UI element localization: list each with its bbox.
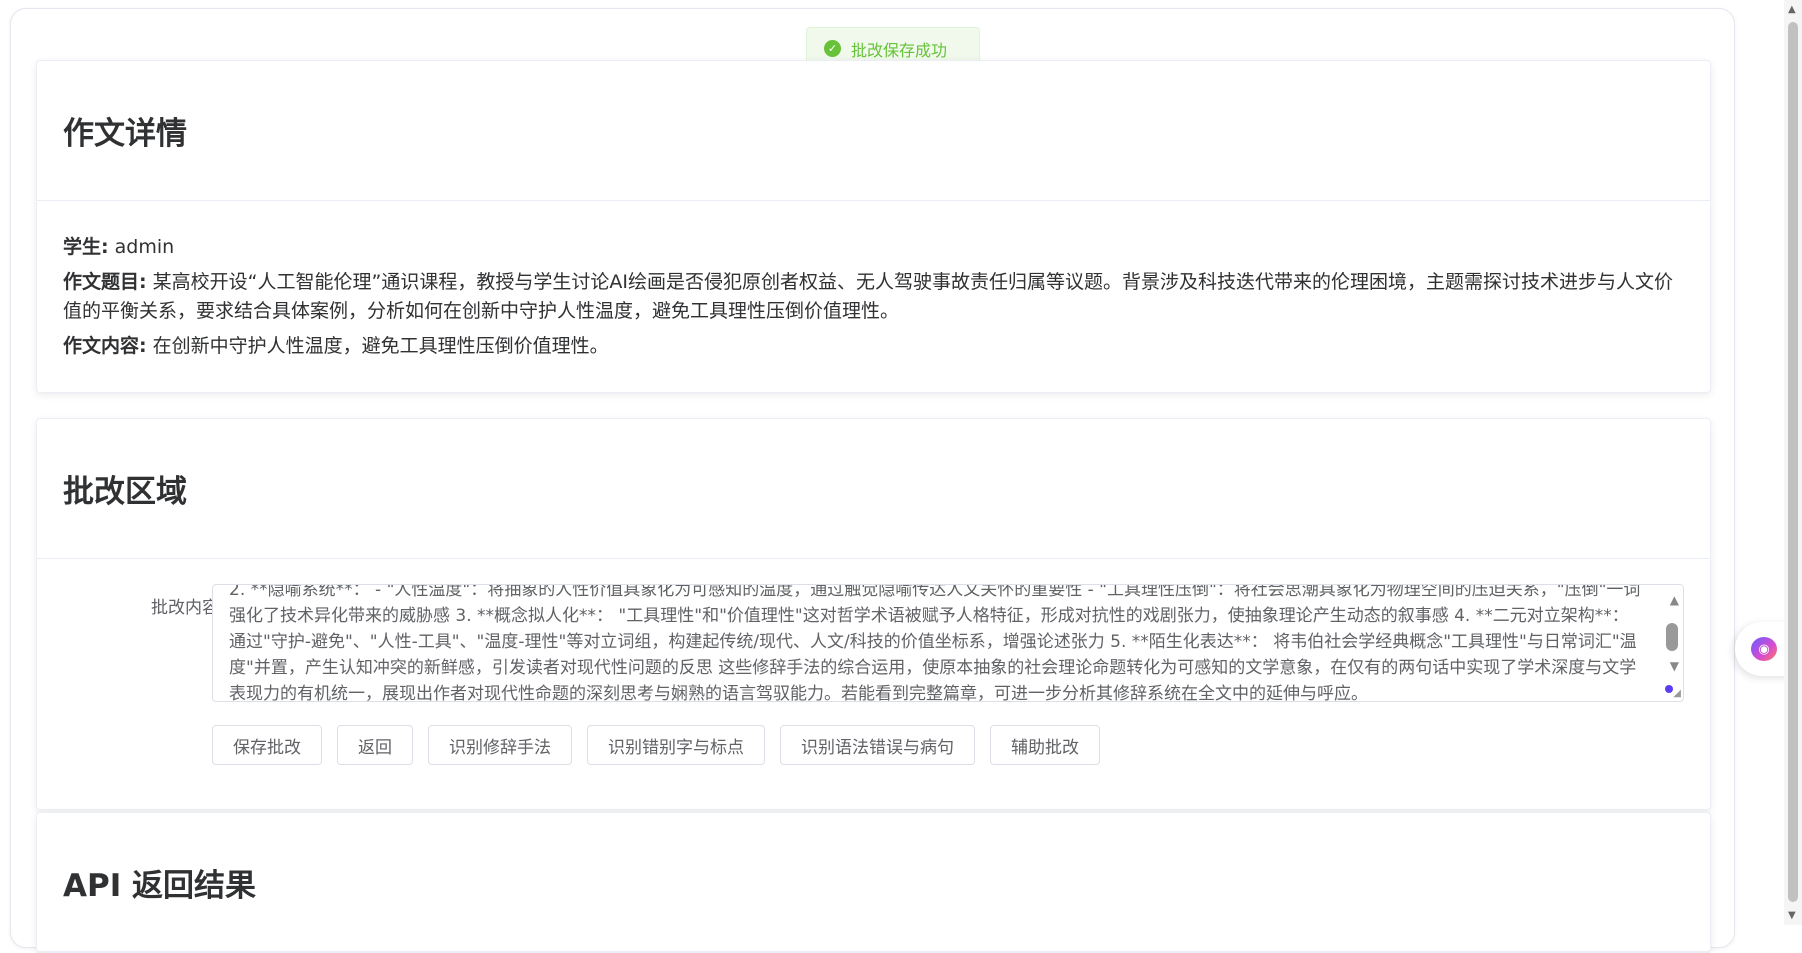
topic-label: 作文题目: — [63, 271, 147, 293]
action-buttons: 保存批改 返回 识别修辞手法 识别错别字与标点 识别语法错误与病句 辅助批改 — [212, 725, 1100, 765]
save-correction-button[interactable]: 保存批改 — [212, 725, 322, 765]
essay-detail-body: 学生: admin 作文题目: 某高校开设“人工智能伦理”通识课程，教授与学生讨… — [37, 201, 1710, 361]
scroll-down-icon[interactable]: ▼ — [1670, 659, 1679, 673]
correction-textarea-text[interactable]: 2. **隐喻系统**： - "人性温度"：将抽象的人性价值具象化为可感知的温度… — [229, 585, 1649, 701]
api-result-header: API 返回结果 — [37, 813, 1710, 953]
textarea-scroll-thumb[interactable] — [1666, 623, 1678, 651]
back-button[interactable]: 返回 — [337, 725, 413, 765]
essay-detail-header: 作文详情 — [37, 61, 1710, 201]
student-row: 学生: admin — [63, 233, 1684, 262]
textarea-scrollbar[interactable]: ▲ ▼ — [1661, 585, 1683, 701]
topic-row: 作文题目: 某高校开设“人工智能伦理”通识课程，教授与学生讨论AI绘画是否侵犯原… — [63, 268, 1684, 326]
toast-message: 批改保存成功 — [851, 40, 948, 60]
assist-correction-button[interactable]: 辅助批改 — [990, 725, 1100, 765]
page-scroll-down-icon[interactable]: ▼ — [1788, 910, 1796, 921]
student-label: 学生: — [63, 236, 109, 258]
page-scroll-up-icon[interactable]: ▲ — [1788, 4, 1796, 15]
content-value: 在创新中守护人性温度，避免工具理性压倒价值理性。 — [152, 335, 609, 357]
content-label: 作文内容: — [63, 335, 147, 357]
api-result-card: API 返回结果 — [36, 812, 1711, 953]
essay-detail-title: 作文详情 — [63, 116, 187, 152]
identify-rhetoric-button[interactable]: 识别修辞手法 — [428, 725, 572, 765]
essay-detail-card: 作文详情 学生: admin 作文题目: 某高校开设“人工智能伦理”通识课程，教… — [36, 60, 1711, 393]
check-circle-icon: ✓ — [824, 40, 841, 57]
topic-value: 某高校开设“人工智能伦理”通识课程，教授与学生讨论AI绘画是否侵犯原创者权益、无… — [63, 271, 1673, 322]
identify-grammar-button[interactable]: 识别语法错误与病句 — [780, 725, 975, 765]
correction-area-title: 批改区域 — [63, 474, 187, 510]
brain-icon[interactable]: ◉ — [1751, 637, 1777, 661]
content-row: 作文内容: 在创新中守护人性温度，避免工具理性压倒价值理性。 — [63, 332, 1684, 361]
student-value: admin — [114, 236, 175, 258]
page-scroll-thumb[interactable] — [1788, 22, 1798, 902]
resize-indicator — [1665, 685, 1673, 693]
correction-area-header: 批改区域 — [37, 419, 1710, 559]
resize-grip-icon[interactable]: ◢ — [1673, 688, 1681, 699]
correction-area-card: 批改区域 批改内容 2. **隐喻系统**： - "人性温度"：将抽象的人性价值… — [36, 418, 1711, 810]
correction-textarea[interactable]: 2. **隐喻系统**： - "人性温度"：将抽象的人性价值具象化为可感知的温度… — [212, 584, 1684, 702]
scroll-up-icon[interactable]: ▲ — [1670, 593, 1679, 607]
api-result-title: API 返回结果 — [63, 868, 257, 904]
identify-typos-button[interactable]: 识别错别字与标点 — [587, 725, 765, 765]
page-scrollbar[interactable]: ▲ ▼ — [1784, 0, 1802, 925]
